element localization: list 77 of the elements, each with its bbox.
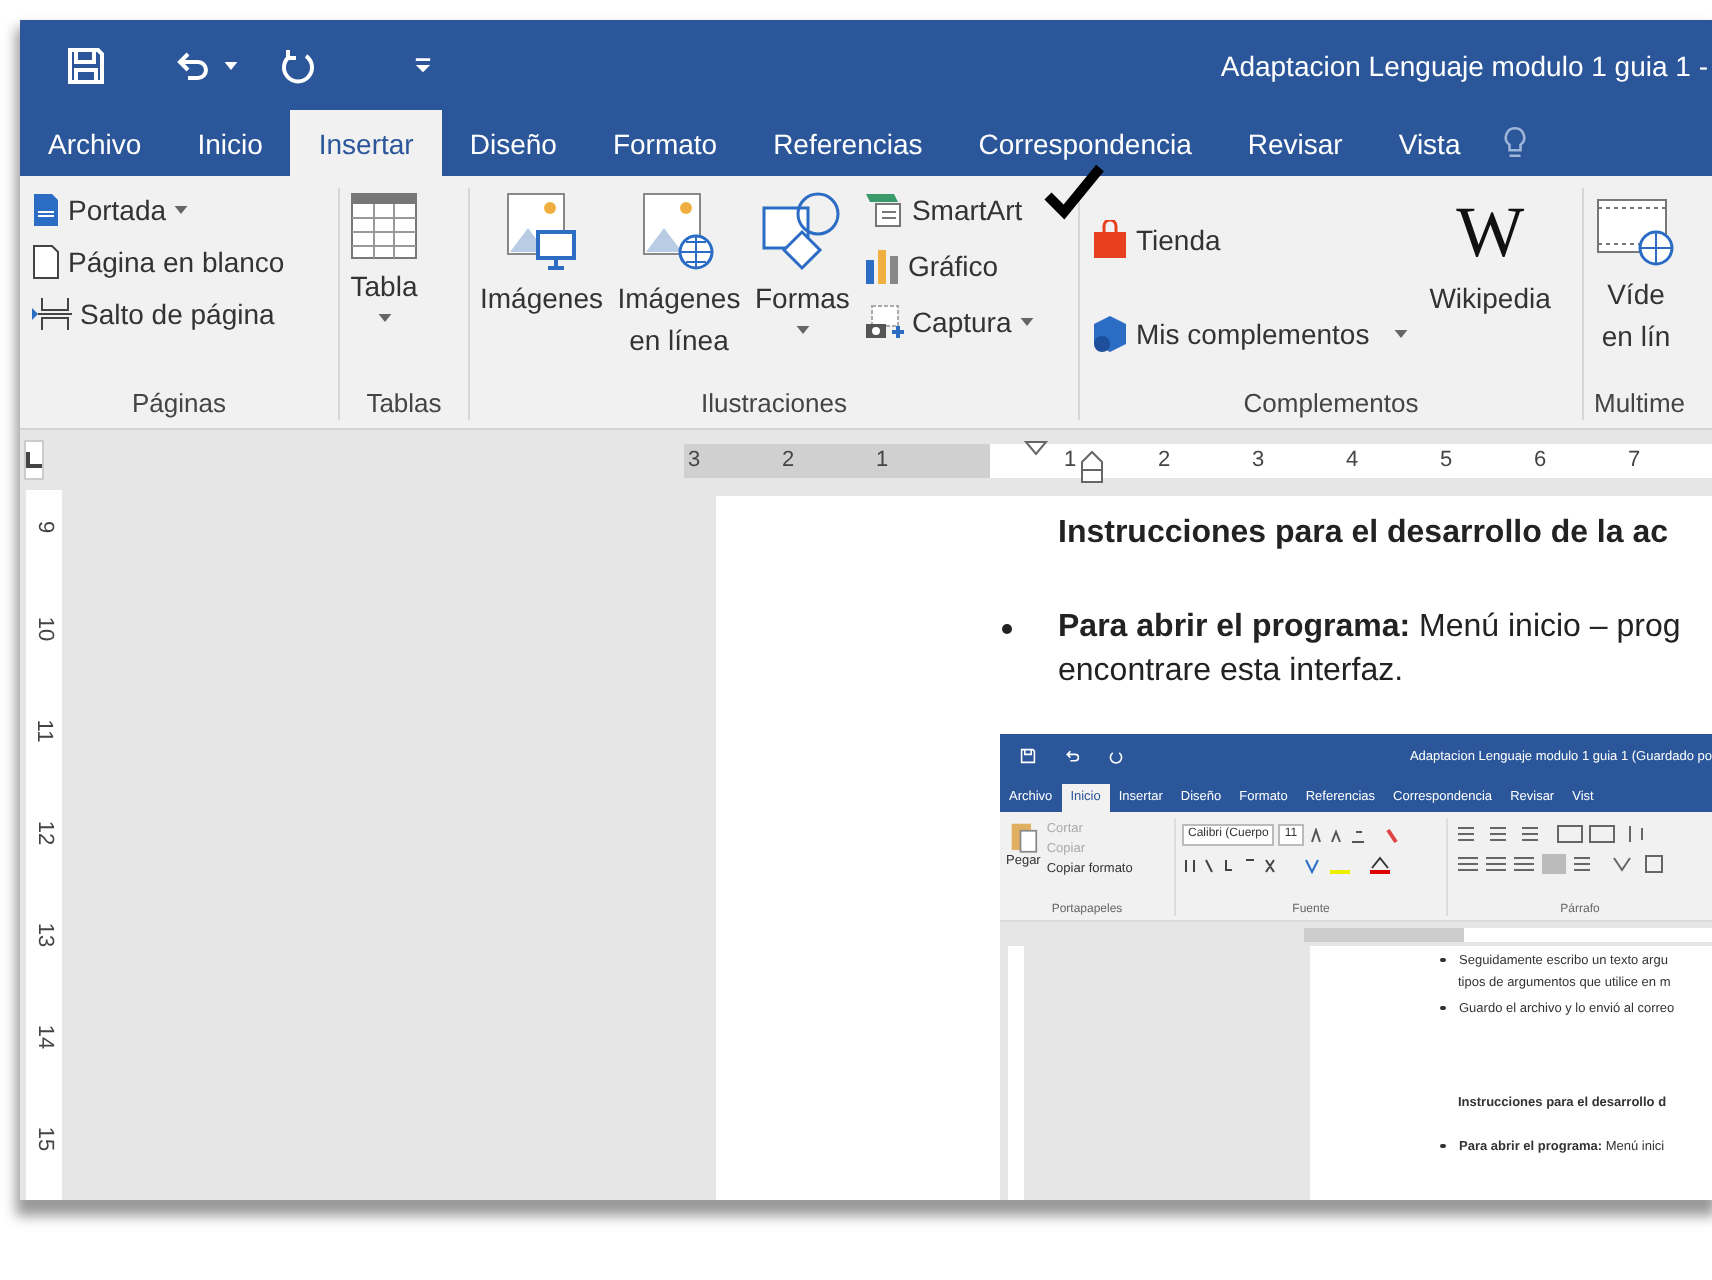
- ribbon-tab[interactable]: Correspondencia: [950, 110, 1220, 176]
- tab-stop-selector[interactable]: [24, 440, 44, 480]
- ruler-number: 14: [31, 1024, 59, 1050]
- ribbon-tab[interactable]: Inicio: [169, 110, 291, 176]
- ribbon-button[interactable]: Página en blanco: [30, 240, 328, 284]
- ruler-number: 2: [782, 448, 797, 472]
- ribbon-tab[interactable]: Referencias: [745, 110, 951, 176]
- ruler-number: 3: [1252, 448, 1267, 472]
- group-label: Multime: [1594, 388, 1688, 420]
- save-icon: [1020, 748, 1036, 764]
- ruler-number: 13: [31, 922, 59, 948]
- shopping-bag-icon: [1092, 219, 1128, 259]
- redo-icon: [1108, 748, 1124, 764]
- group-label: Páginas: [130, 388, 228, 420]
- ribbon-tab[interactable]: Archivo: [20, 110, 170, 176]
- ribbon-button[interactable]: Tabla: [350, 188, 418, 388]
- ruler-number: 11: [31, 719, 59, 743]
- document-heading: Instrucciones para el desarrollo de la ac: [1058, 516, 1671, 552]
- ribbon-button[interactable]: SmartArt: [861, 188, 1036, 232]
- ribbon-button[interactable]: Portada: [30, 188, 328, 232]
- ribbon-button[interactable]: Formas: [754, 188, 850, 388]
- ruler-number: 4: [1346, 448, 1361, 472]
- ruler-number: 1: [1064, 448, 1079, 472]
- ribbon-button[interactable]: Mis complementos: [1090, 309, 1410, 357]
- ruler-number: 3: [688, 448, 703, 472]
- table-icon: [350, 192, 418, 260]
- ruler-number: 2: [1158, 448, 1173, 472]
- redo-icon[interactable]: [278, 45, 318, 85]
- ruler-number: 5: [1440, 448, 1455, 472]
- ruler-number: 10: [31, 616, 59, 642]
- paragraph-text: Para abrir el programa: Menú inicio – prog: [1058, 610, 1681, 646]
- ribbon-button[interactable]: Captura: [861, 300, 1036, 344]
- ribbon-button[interactable]: W Wikipedia: [1429, 188, 1551, 388]
- ribbon-tab[interactable]: Vista: [1370, 110, 1489, 176]
- horizontal-ruler[interactable]: 3 2 1 1 2 3 4 5 6 7: [684, 443, 1712, 477]
- group-label: Ilustraciones: [699, 388, 849, 420]
- ruler-number: 9: [31, 520, 59, 534]
- ruler-number: 7: [1628, 448, 1643, 472]
- online-picture-icon: [642, 192, 715, 272]
- customize-toolbar-icon[interactable]: [414, 56, 432, 74]
- blank-page-icon: [32, 244, 60, 280]
- ruler-number: 1: [876, 448, 891, 472]
- undo-icon: [1064, 748, 1080, 764]
- group-label: Tablas: [364, 388, 444, 420]
- caret-icon[interactable]: [224, 61, 238, 69]
- ruler-number: 12: [31, 820, 59, 846]
- cover-page-icon: [32, 192, 60, 228]
- add-in-icon: [1092, 313, 1128, 353]
- ribbon-tab[interactable]: Formato: [584, 110, 746, 176]
- screenshot-icon: [863, 304, 904, 340]
- bullet-icon: [1440, 957, 1445, 963]
- clipboard-icon: [1009, 818, 1038, 854]
- bullet-icon: [1440, 1143, 1445, 1149]
- shapes-icon: [762, 192, 843, 272]
- ribbon-button[interactable]: Gráfico: [861, 244, 1036, 288]
- bullet-icon: [1002, 623, 1012, 633]
- save-icon[interactable]: [66, 45, 106, 85]
- ribbon-tab[interactable]: Diseño: [441, 110, 585, 176]
- bullet-icon: [1440, 1005, 1445, 1011]
- ruler-number: 15: [31, 1126, 59, 1152]
- page-break-icon: [32, 296, 72, 332]
- bar-chart-icon: [863, 248, 900, 284]
- window-title: Adaptacion Lenguaje modulo 1 guia 1 -: [1220, 49, 1710, 81]
- ruler-number: 6: [1534, 448, 1549, 472]
- ribbon-tab[interactable]: Revisar: [1219, 110, 1371, 176]
- ribbon-tab[interactable]: Insertar: [290, 110, 442, 176]
- picture-icon: [505, 192, 578, 272]
- group-label: Complementos: [1241, 388, 1421, 420]
- ribbon-button[interactable]: Víde en lín: [1594, 188, 1678, 388]
- lightbulb-icon[interactable]: [1504, 126, 1527, 160]
- smartart-icon: [863, 192, 904, 228]
- ribbon-button[interactable]: Imágenes en línea: [610, 188, 747, 388]
- checkmark-icon: [1044, 164, 1104, 220]
- ribbon-button[interactable]: Tienda: [1090, 215, 1410, 263]
- ribbon-button[interactable]: Salto de página: [30, 292, 328, 336]
- paragraph-text: encontrare esta interfaz.: [1058, 654, 1406, 690]
- ribbon-button[interactable]: Imágenes: [480, 188, 603, 388]
